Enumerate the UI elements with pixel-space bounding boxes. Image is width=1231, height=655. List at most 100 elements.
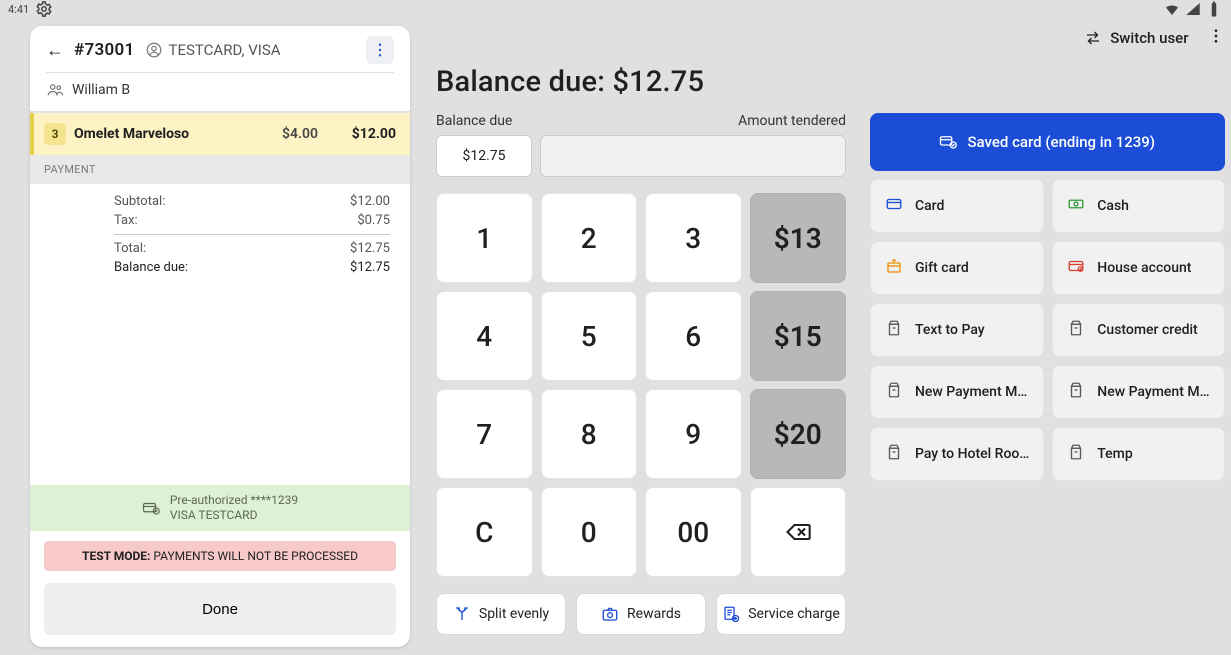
- key-8[interactable]: 8: [541, 389, 638, 479]
- gear-icon: [35, 0, 53, 18]
- line-item-unit-price: $4.00: [282, 126, 318, 142]
- key-0[interactable]: 0: [541, 487, 638, 577]
- bag-icon: [1067, 443, 1085, 465]
- key-dollar15[interactable]: $15: [750, 291, 847, 381]
- order-panel: ← #73001 TESTCARD, VISA William B: [30, 26, 410, 647]
- balance-title: Balance due: $12.75: [436, 65, 1225, 99]
- payment-method-label: Cash: [1097, 198, 1129, 214]
- balance-title-label: Balance due:: [436, 65, 612, 99]
- receipt-plus-icon: [722, 605, 740, 623]
- signal-icon: [1184, 0, 1202, 18]
- key-5[interactable]: 5: [541, 291, 638, 381]
- more-vertical-icon: [371, 41, 389, 59]
- payment-section-label: PAYMENT: [30, 155, 410, 184]
- subtotal-label: Subtotal:: [114, 194, 165, 209]
- status-time: 4:41: [8, 3, 29, 16]
- cash-icon: [1067, 195, 1085, 217]
- back-arrow-icon[interactable]: ←: [46, 40, 64, 61]
- key-6[interactable]: 6: [645, 291, 742, 381]
- payment-method-label: Temp: [1097, 446, 1132, 462]
- payment-method-temp[interactable]: Temp: [1052, 427, 1224, 481]
- rewards-label: Rewards: [627, 606, 681, 622]
- key-2[interactable]: 2: [541, 193, 638, 283]
- test-mode-bold: TEST MODE:: [82, 549, 150, 563]
- card-icon: [885, 195, 903, 217]
- payment-method-card[interactable]: Card: [870, 179, 1044, 233]
- payment-method-house-account[interactable]: House account: [1052, 241, 1224, 295]
- payment-method-label: Gift card: [915, 260, 969, 276]
- payment-method-label: Card: [915, 198, 944, 214]
- house-icon: [1067, 257, 1085, 279]
- switch-user-button[interactable]: Switch user: [1084, 29, 1188, 47]
- bag-icon: [1067, 381, 1085, 403]
- bag-icon: [885, 319, 903, 341]
- key-7[interactable]: 7: [436, 389, 533, 479]
- payment-method-new-payment-m[interactable]: New Payment M…: [1052, 365, 1224, 419]
- saved-card-button[interactable]: Saved card (ending in 1239): [870, 113, 1225, 171]
- key-00[interactable]: 00: [645, 487, 742, 577]
- key-4[interactable]: 4: [436, 291, 533, 381]
- key-9[interactable]: 9: [645, 389, 742, 479]
- balance-title-amount: $12.75: [612, 65, 704, 99]
- payment-method-text-to-pay[interactable]: Text to Pay: [870, 303, 1044, 357]
- more-vertical-icon: [1207, 27, 1225, 45]
- service-charge-label: Service charge: [748, 606, 840, 622]
- saved-card-label: Saved card (ending in 1239): [967, 133, 1155, 151]
- order-card-label: TESTCARD, VISA: [169, 41, 281, 59]
- test-mode-banner: TEST MODE: PAYMENTS WILL NOT BE PROCESSE…: [44, 541, 396, 571]
- line-item[interactable]: 3 Omelet Marveloso $4.00 $12.00: [30, 113, 410, 155]
- order-number: #73001: [74, 40, 135, 60]
- payment-method-label: New Payment M…: [915, 384, 1027, 400]
- payment-method-label: Text to Pay: [915, 322, 985, 338]
- payment-method-customer-credit[interactable]: Customer credit: [1052, 303, 1224, 357]
- backspace-icon: [784, 518, 812, 546]
- line-item-qty: 3: [44, 123, 66, 145]
- balance-due-label: Balance due:: [114, 260, 188, 275]
- balance-due-chip[interactable]: $12.75: [436, 135, 532, 177]
- amount-tendered-field-label: Amount tendered: [532, 113, 846, 129]
- topbar-more-button[interactable]: [1207, 26, 1225, 50]
- total-value: $12.75: [350, 241, 390, 256]
- people-icon: [46, 81, 64, 99]
- key-1[interactable]: 1: [436, 193, 533, 283]
- amount-tendered-input[interactable]: [540, 135, 846, 177]
- totals-block: Subtotal:$12.00 Tax:$0.75 Total:$12.75 B…: [30, 184, 410, 277]
- payment-method-label: New Payment M…: [1097, 384, 1209, 400]
- test-mode-text: PAYMENTS WILL NOT BE PROCESSED: [150, 549, 358, 563]
- wifi-icon: [1163, 0, 1181, 18]
- preauth-band: Pre-authorized ****1239 VISA TESTCARD: [30, 485, 410, 531]
- payment-method-pay-to-hotel-roo[interactable]: Pay to Hotel Roo…: [870, 427, 1044, 481]
- balance-due-value: $12.75: [350, 260, 390, 275]
- order-more-button[interactable]: [366, 36, 394, 64]
- gift-icon: [885, 257, 903, 279]
- done-button[interactable]: Done: [44, 583, 396, 635]
- key-dollar20[interactable]: $20: [750, 389, 847, 479]
- line-item-ext-price: $12.00: [326, 126, 396, 142]
- payment-method-label: Pay to Hotel Roo…: [915, 446, 1029, 462]
- key-dollar13[interactable]: $13: [750, 193, 847, 283]
- service-charge-button[interactable]: Service charge: [716, 593, 846, 635]
- subtotal-value: $12.00: [350, 194, 390, 209]
- total-label: Total:: [114, 241, 146, 256]
- key-3[interactable]: 3: [645, 193, 742, 283]
- payment-method-new-payment-m[interactable]: New Payment M…: [870, 365, 1044, 419]
- switch-user-label: Switch user: [1110, 29, 1188, 47]
- payment-method-cash[interactable]: Cash: [1052, 179, 1224, 233]
- key-c[interactable]: C: [436, 487, 533, 577]
- swap-icon: [1084, 29, 1102, 47]
- rewards-button[interactable]: Rewards: [576, 593, 706, 635]
- bag-icon: [885, 443, 903, 465]
- line-item-name: Omelet Marveloso: [74, 126, 189, 142]
- key-backspace[interactable]: [750, 487, 847, 577]
- battery-icon: [1205, 0, 1223, 18]
- person-circle-icon: [145, 41, 163, 59]
- preauth-line1: Pre-authorized ****1239: [170, 493, 298, 508]
- split-evenly-button[interactable]: Split evenly: [436, 593, 566, 635]
- preauth-line2: VISA TESTCARD: [170, 508, 298, 523]
- payment-method-label: House account: [1097, 260, 1191, 276]
- balance-due-field-label: Balance due: [436, 113, 532, 129]
- camera-icon: [601, 605, 619, 623]
- payment-method-gift-card[interactable]: Gift card: [870, 241, 1044, 295]
- card-check-icon: [939, 133, 957, 151]
- tax-value: $0.75: [357, 213, 390, 228]
